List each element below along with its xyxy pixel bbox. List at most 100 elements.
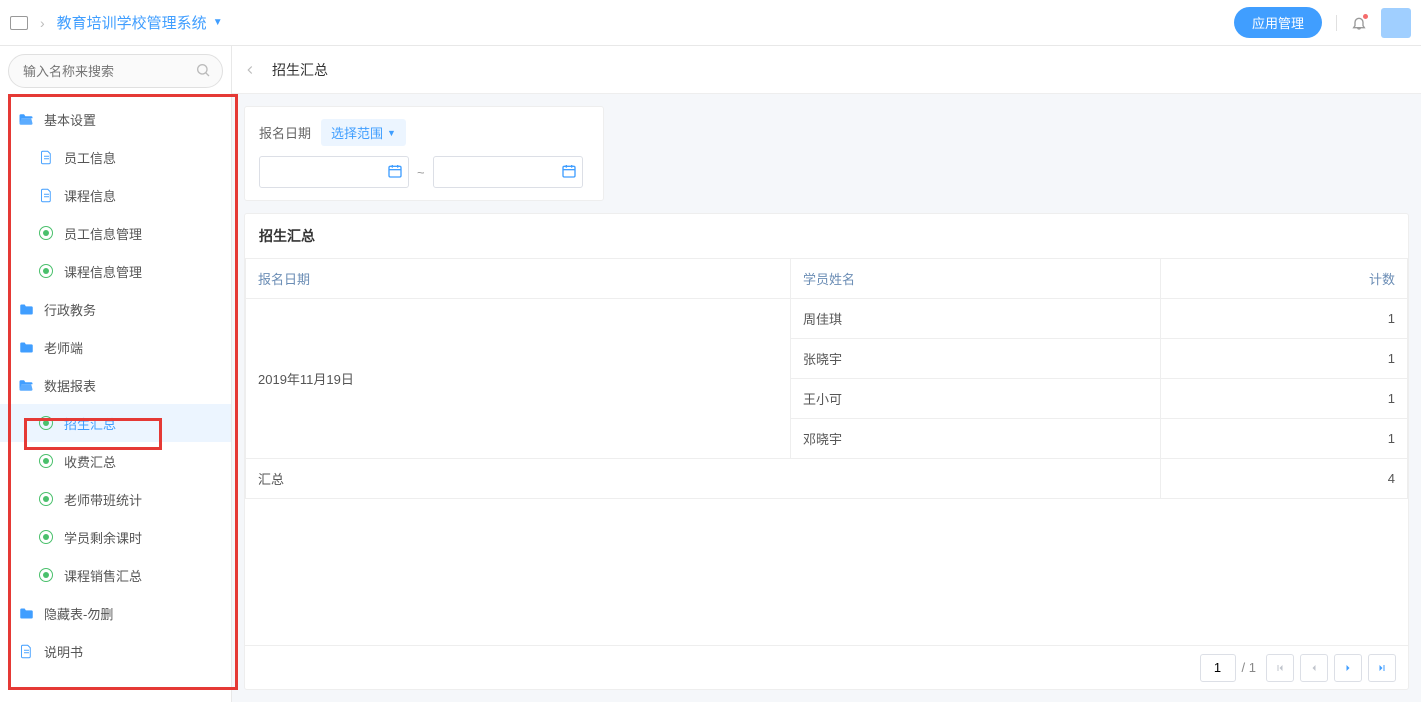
nav-item-label: 说明书 — [44, 642, 83, 661]
nav-item-label: 课程信息 — [64, 186, 116, 205]
target-icon — [38, 226, 54, 240]
main: 招生汇总 报名日期 选择范围 ▼ ~ — [232, 46, 1421, 702]
calendar-icon[interactable] — [561, 163, 577, 182]
nav-item-label: 基本设置 — [44, 110, 96, 129]
nav-item-label: 隐藏表-勿删 — [44, 604, 113, 623]
nav-item-label: 课程信息管理 — [64, 262, 142, 281]
nav-item[interactable]: 行政教务 — [0, 290, 231, 328]
nav-item[interactable]: 说明书 — [0, 632, 231, 670]
filter-range-dropdown[interactable]: 选择范围 ▼ — [321, 119, 406, 146]
nav-item-label: 老师端 — [44, 338, 83, 357]
cell-count: 1 — [1161, 299, 1408, 339]
col-header-name[interactable]: 学员姓名 — [791, 259, 1161, 299]
calendar-icon[interactable] — [387, 163, 403, 182]
nav-item[interactable]: 基本设置 — [0, 100, 231, 138]
data-table: 报名日期 学员姓名 计数 2019年11月19日周佳琪1张晓宇1王小可1邓晓宇1… — [245, 258, 1408, 499]
folder-open-icon — [18, 113, 34, 126]
cell-count: 1 — [1161, 419, 1408, 459]
filter-label: 报名日期 — [259, 123, 311, 142]
notification-icon[interactable] — [1351, 15, 1367, 31]
nav-item[interactable]: 收费汇总 — [0, 442, 231, 480]
cell-name: 王小可 — [791, 379, 1161, 419]
nav-item[interactable]: 学员剩余课时 — [0, 518, 231, 556]
page-total: / 1 — [1242, 660, 1256, 675]
chevron-right-icon: › — [40, 15, 45, 31]
nav-item-label: 行政教务 — [44, 300, 96, 319]
back-button[interactable] — [238, 58, 262, 82]
folder-icon — [18, 303, 34, 316]
nav-item-label: 员工信息管理 — [64, 224, 142, 243]
table-row[interactable]: 2019年11月19日周佳琪1 — [246, 299, 1408, 339]
nav-item[interactable]: 隐藏表-勿删 — [0, 594, 231, 632]
page-prev-button[interactable] — [1300, 654, 1328, 682]
nav-item-label: 课程销售汇总 — [64, 566, 142, 585]
cell-name: 邓晓宇 — [791, 419, 1161, 459]
cell-count: 1 — [1161, 379, 1408, 419]
summary-count: 4 — [1161, 459, 1408, 499]
data-card: 招生汇总 报名日期 学员姓名 计数 2019年11月19日周佳琪1张晓宇1王小可… — [244, 213, 1409, 690]
nav-item[interactable]: 数据报表 — [0, 366, 231, 404]
cell-date: 2019年11月19日 — [246, 299, 791, 459]
page-last-button[interactable] — [1368, 654, 1396, 682]
nav-item[interactable]: 课程信息 — [0, 176, 231, 214]
page-first-button[interactable] — [1266, 654, 1294, 682]
doc-icon — [38, 188, 54, 203]
pager: / 1 — [245, 645, 1408, 689]
folder-icon — [18, 341, 34, 354]
nav-item[interactable]: 员工信息 — [0, 138, 231, 176]
summary-row: 汇总4 — [246, 459, 1408, 499]
nav-item-label: 收费汇总 — [64, 452, 116, 471]
cell-count: 1 — [1161, 339, 1408, 379]
date-separator: ~ — [417, 165, 425, 180]
page-next-button[interactable] — [1334, 654, 1362, 682]
topbar-right: 应用管理 — [1234, 7, 1411, 38]
avatar[interactable] — [1381, 8, 1411, 38]
folder-icon — [18, 607, 34, 620]
target-icon — [38, 530, 54, 544]
filter-card: 报名日期 选择范围 ▼ ~ — [244, 106, 604, 201]
target-icon — [38, 416, 54, 430]
app-icon[interactable] — [10, 16, 28, 30]
caret-down-icon: ▼ — [387, 128, 396, 138]
nav-item-label: 学员剩余课时 — [64, 528, 142, 547]
nav-item[interactable]: 招生汇总 — [0, 404, 231, 442]
nav-item[interactable]: 员工信息管理 — [0, 214, 231, 252]
notification-dot — [1363, 14, 1368, 19]
filter-tag-text: 选择范围 — [331, 123, 383, 142]
breadcrumb: 招生汇总 — [232, 46, 1421, 94]
summary-label: 汇总 — [246, 459, 1161, 499]
search-icon[interactable] — [195, 62, 211, 81]
folder-open-icon — [18, 379, 34, 392]
sidebar: 基本设置员工信息课程信息员工信息管理课程信息管理行政教务老师端数据报表招生汇总收… — [0, 46, 232, 702]
caret-down-icon: ▼ — [213, 17, 223, 28]
app-title-dropdown[interactable]: 教育培训学校管理系统 ▼ — [57, 12, 223, 33]
card-title: 招生汇总 — [245, 214, 1408, 258]
nav-item[interactable]: 老师端 — [0, 328, 231, 366]
search-input[interactable] — [8, 54, 223, 88]
page-title: 招生汇总 — [272, 60, 328, 80]
nav-item-label: 员工信息 — [64, 148, 116, 167]
search-container — [8, 54, 223, 88]
target-icon — [38, 568, 54, 582]
app-title-text: 教育培训学校管理系统 — [57, 12, 207, 33]
topbar: › 教育培训学校管理系统 ▼ 应用管理 — [0, 0, 1421, 46]
cell-name: 张晓宇 — [791, 339, 1161, 379]
doc-icon — [18, 644, 34, 659]
cell-name: 周佳琪 — [791, 299, 1161, 339]
target-icon — [38, 492, 54, 506]
nav-item[interactable]: 老师带班统计 — [0, 480, 231, 518]
page-input[interactable] — [1200, 654, 1236, 682]
nav-list: 基本设置员工信息课程信息员工信息管理课程信息管理行政教务老师端数据报表招生汇总收… — [0, 96, 231, 702]
col-header-date[interactable]: 报名日期 — [246, 259, 791, 299]
doc-icon — [38, 150, 54, 165]
nav-item[interactable]: 课程销售汇总 — [0, 556, 231, 594]
divider — [1336, 15, 1337, 31]
manage-button[interactable]: 应用管理 — [1234, 7, 1322, 38]
nav-item-label: 数据报表 — [44, 376, 96, 395]
target-icon — [38, 454, 54, 468]
nav-item[interactable]: 课程信息管理 — [0, 252, 231, 290]
nav-item-label: 招生汇总 — [64, 414, 116, 433]
col-header-count[interactable]: 计数 — [1161, 259, 1408, 299]
topbar-left: › 教育培训学校管理系统 ▼ — [10, 12, 1234, 33]
nav-item-label: 老师带班统计 — [64, 490, 142, 509]
